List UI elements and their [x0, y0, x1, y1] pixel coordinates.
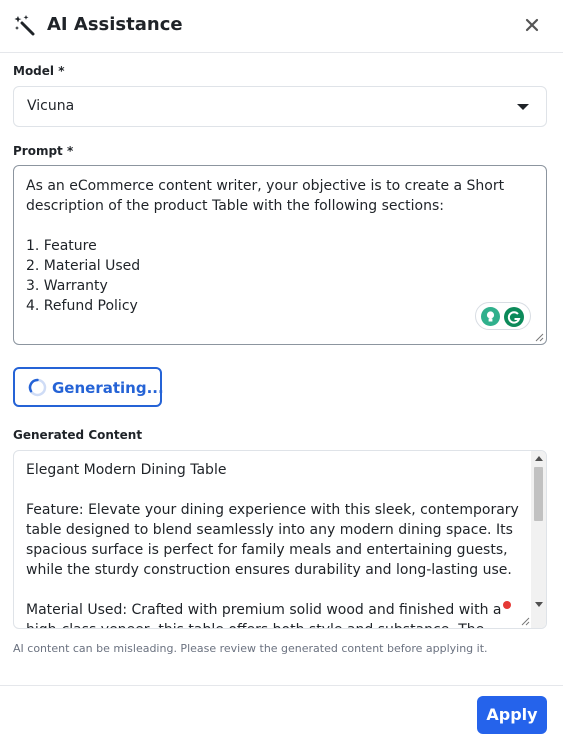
generated-title: Elegant Modern Dining Table [26, 462, 227, 478]
generated-content-text: Elegant Modern Dining Table Feature: Ele… [26, 460, 521, 628]
generated-content-textarea[interactable]: Elegant Modern Dining Table Feature: Ele… [13, 450, 547, 629]
resize-handle-icon[interactable] [521, 617, 530, 626]
grammarly-icon[interactable] [504, 307, 524, 327]
generated-material: Material Used: Crafted with premium soli… [26, 602, 502, 628]
model-select[interactable]: Vicuna [13, 86, 547, 127]
generated-content-label: Generated Content [13, 428, 143, 442]
scroll-down-icon[interactable] [535, 602, 543, 607]
chevron-down-icon [517, 104, 529, 110]
spinner-icon [28, 378, 47, 397]
scrollbar[interactable] [531, 451, 546, 628]
generated-feature: Feature: Elevate your dining experience … [26, 502, 519, 578]
prompt-text: As an eCommerce content writer, your obj… [26, 178, 505, 314]
model-select-value: Vicuna [27, 98, 75, 114]
close-icon[interactable] [523, 16, 541, 34]
prompt-label: Prompt * [13, 144, 74, 158]
generating-button[interactable]: Generating... [13, 367, 164, 407]
apply-button[interactable]: Apply [477, 696, 547, 734]
dialog-title: AI Assistance [47, 14, 183, 35]
status-dot [503, 601, 511, 609]
scroll-up-icon[interactable] [535, 456, 543, 461]
lightbulb-icon[interactable] [481, 307, 500, 326]
resize-handle-icon[interactable] [535, 333, 544, 342]
dialog-header: AI Assistance [0, 0, 563, 53]
footer-divider [0, 685, 563, 686]
magic-wand-icon [14, 15, 35, 36]
generating-label: Generating... [52, 379, 164, 397]
grammarly-widget[interactable] [475, 302, 531, 330]
prompt-textarea[interactable]: As an eCommerce content writer, your obj… [13, 165, 547, 345]
model-label: Model * [13, 64, 65, 78]
scrollbar-thumb[interactable] [534, 467, 543, 521]
disclaimer-text: AI content can be misleading. Please rev… [13, 642, 488, 655]
